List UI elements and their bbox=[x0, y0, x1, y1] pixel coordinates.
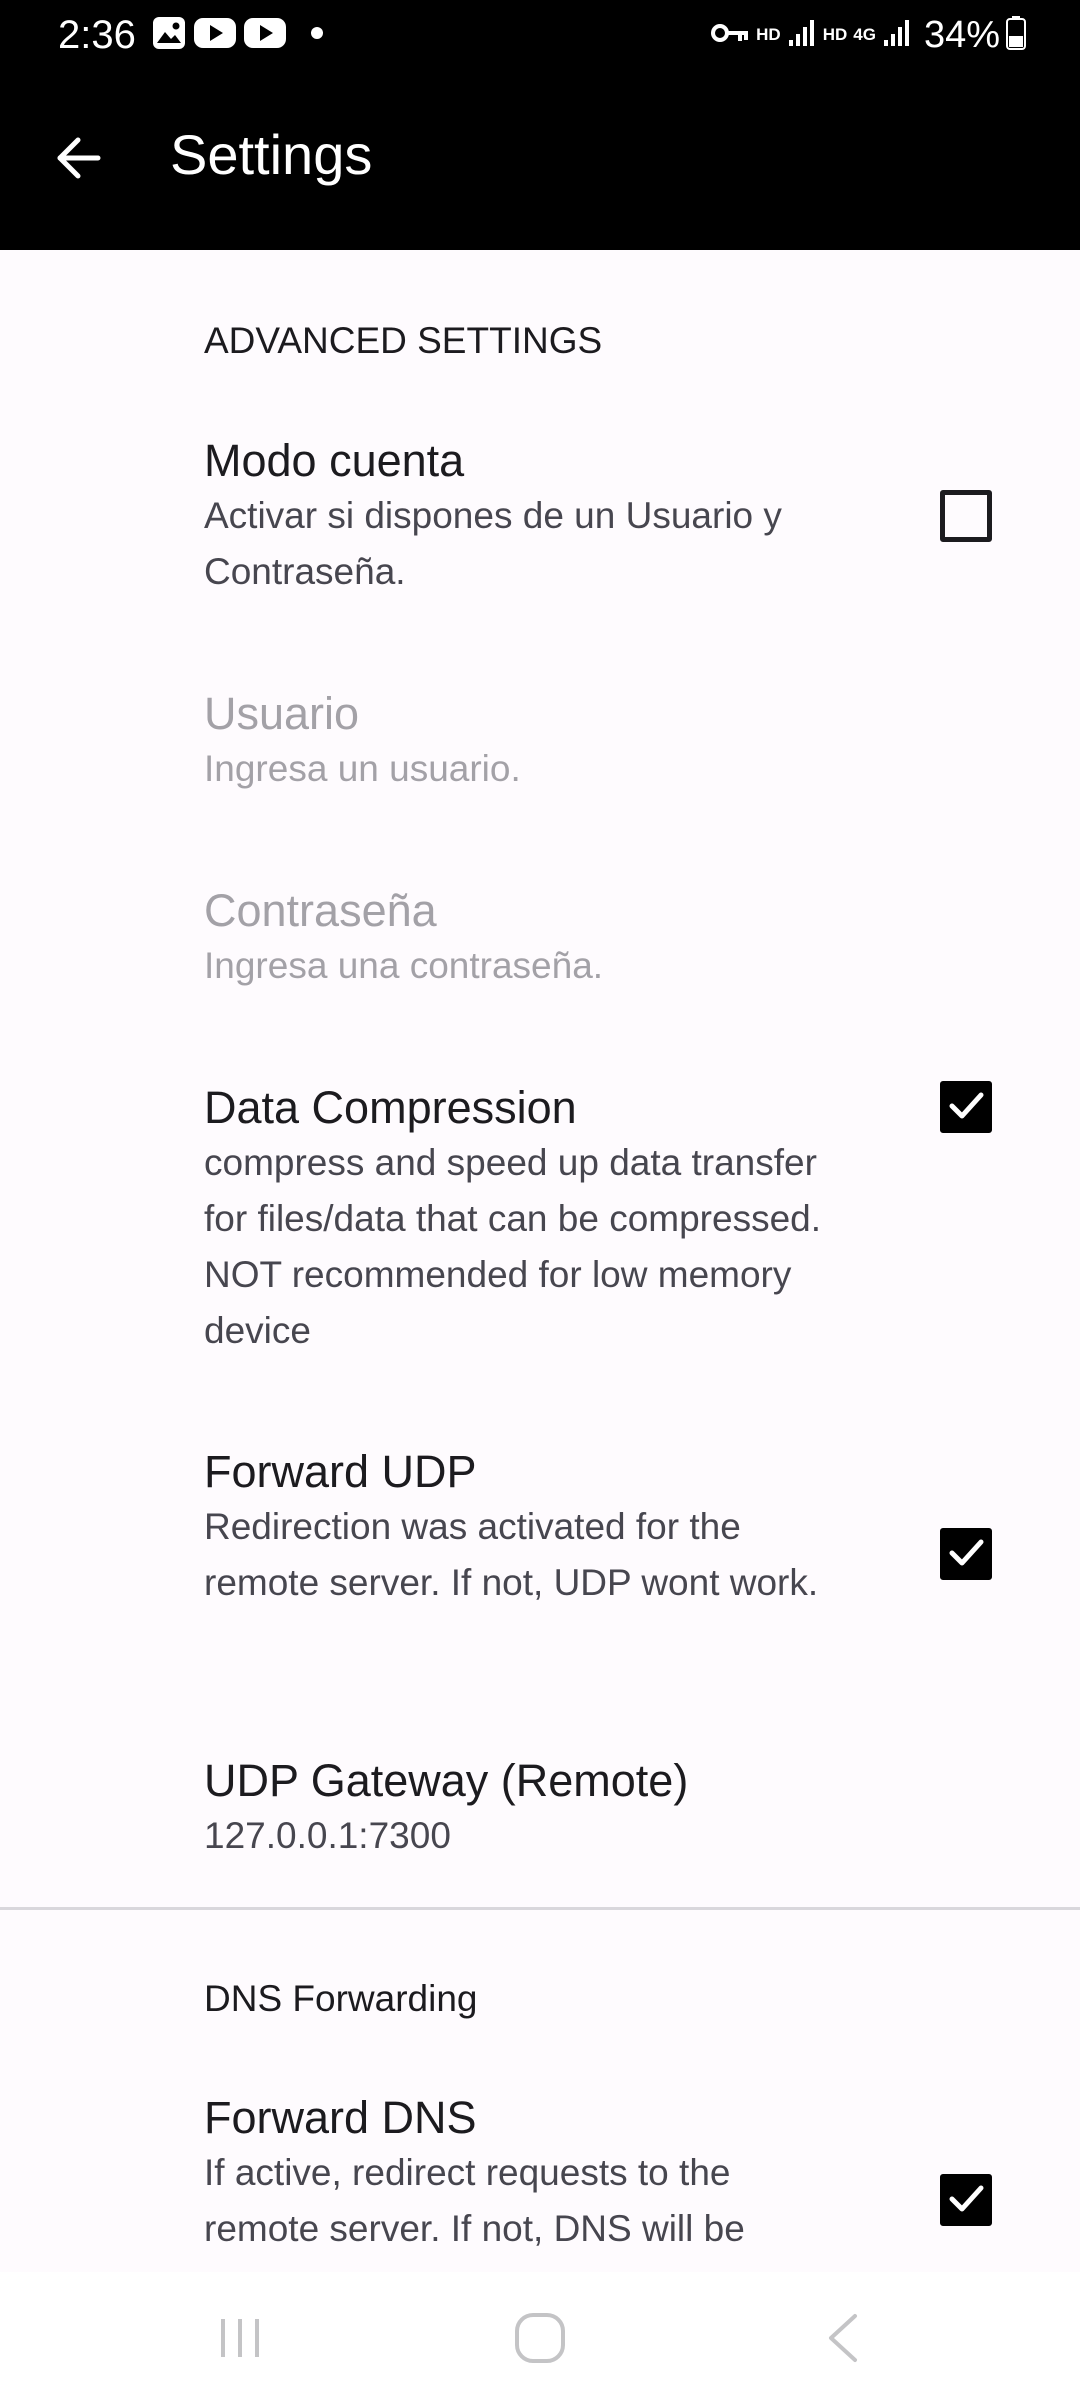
pref-text: Contraseña Ingresa una contraseña. bbox=[204, 884, 844, 994]
pref-forward-dns[interactable]: Forward DNS If active, redirect requests… bbox=[0, 2091, 1080, 2272]
pref-text: Data Compression compress and speed up d… bbox=[204, 1081, 844, 1359]
back-chevron-icon bbox=[823, 2310, 863, 2371]
check-icon bbox=[947, 1533, 985, 1576]
pref-title: UDP Gateway (Remote) bbox=[204, 1755, 689, 1806]
pref-contrasena: Contraseña Ingresa una contraseña. bbox=[0, 884, 1080, 994]
pref-modo-cuenta[interactable]: Modo cuenta Activar si dispones de un Us… bbox=[0, 434, 1080, 592]
pref-text: Usuario Ingresa un usuario. bbox=[204, 687, 844, 797]
battery-icon bbox=[1006, 15, 1026, 55]
hd-icon: HD bbox=[822, 25, 848, 44]
pref-title: Usuario bbox=[204, 688, 360, 739]
pref-title: Modo cuenta bbox=[204, 435, 465, 486]
check-icon bbox=[947, 2179, 985, 2222]
recents-button[interactable] bbox=[180, 2302, 300, 2378]
home-button[interactable] bbox=[480, 2302, 600, 2378]
pref-title: Data Compression bbox=[204, 1082, 577, 1133]
dot-icon bbox=[310, 26, 324, 45]
app-bar: Settings bbox=[0, 90, 1080, 230]
pref-summary: Ingresa una contraseña. bbox=[204, 945, 604, 986]
category-dns-forwarding: DNS Forwarding bbox=[204, 1978, 478, 2019]
status-notification-icons bbox=[152, 16, 324, 54]
status-system-icons: HD HD 4G 34% bbox=[710, 12, 1026, 58]
pref-data-compression[interactable]: Data Compression compress and speed up d… bbox=[0, 1081, 1080, 1371]
category-advanced-settings: ADVANCED SETTINGS bbox=[204, 320, 603, 361]
back-button[interactable] bbox=[34, 116, 122, 204]
youtube-icon bbox=[194, 17, 236, 54]
data-compression-checkbox[interactable] bbox=[940, 1081, 992, 1133]
section-divider bbox=[0, 1907, 1080, 1910]
navigation-bar bbox=[0, 2272, 1080, 2408]
arrow-back-icon bbox=[52, 132, 104, 189]
pref-text: UDP Gateway (Remote) 127.0.0.1:7300 bbox=[204, 1754, 844, 1864]
signal-icon bbox=[882, 18, 912, 53]
system-back-button[interactable] bbox=[783, 2302, 903, 2378]
pref-summary: compress and speed up data transfer for … bbox=[204, 1142, 822, 1351]
pref-text: Forward DNS If active, redirect requests… bbox=[204, 2091, 844, 2257]
4g-icon: 4G bbox=[853, 25, 876, 44]
pref-summary: 127.0.0.1:7300 bbox=[204, 1815, 451, 1856]
hd-icon: HD bbox=[756, 25, 781, 44]
pref-forward-udp[interactable]: Forward UDP Redirection was activated fo… bbox=[0, 1445, 1080, 1625]
settings-list: ADVANCED SETTINGS Modo cuenta Activar si… bbox=[0, 250, 1080, 2272]
pref-title: Forward DNS bbox=[204, 2092, 477, 2143]
home-icon bbox=[512, 2310, 568, 2371]
pref-summary: Activar si dispones de un Usuario y Cont… bbox=[204, 495, 782, 592]
status-time: 2:36 bbox=[58, 13, 136, 57]
youtube-icon bbox=[244, 17, 286, 54]
top-app-area: 2:36 HD HD 4G 34% Settings bbox=[0, 0, 1080, 250]
pref-udp-gateway[interactable]: UDP Gateway (Remote) 127.0.0.1:7300 bbox=[0, 1754, 1080, 1864]
signal-icon bbox=[787, 18, 817, 53]
vpn-key-icon bbox=[710, 21, 750, 50]
pref-summary: If active, redirect requests to the remo… bbox=[204, 2152, 745, 2249]
forward-udp-checkbox[interactable] bbox=[940, 1528, 992, 1580]
battery-percent: 34% bbox=[923, 14, 1000, 56]
modo-cuenta-checkbox[interactable] bbox=[940, 490, 992, 542]
check-icon bbox=[947, 1086, 985, 1129]
pref-usuario: Usuario Ingresa un usuario. bbox=[0, 687, 1080, 797]
pref-title: Contraseña bbox=[204, 885, 437, 936]
status-bar: 2:36 HD HD 4G 34% bbox=[0, 0, 1080, 70]
pref-title: Forward UDP bbox=[204, 1446, 477, 1497]
pref-text: Forward UDP Redirection was activated fo… bbox=[204, 1445, 844, 1611]
pref-text: Modo cuenta Activar si dispones de un Us… bbox=[204, 434, 844, 600]
forward-dns-checkbox[interactable] bbox=[940, 2174, 992, 2226]
recents-icon bbox=[215, 2313, 265, 2368]
gallery-icon bbox=[152, 16, 186, 55]
page-title: Settings bbox=[170, 123, 373, 186]
pref-summary: Ingresa un usuario. bbox=[204, 748, 521, 789]
pref-summary: Redirection was activated for the remote… bbox=[204, 1506, 819, 1603]
